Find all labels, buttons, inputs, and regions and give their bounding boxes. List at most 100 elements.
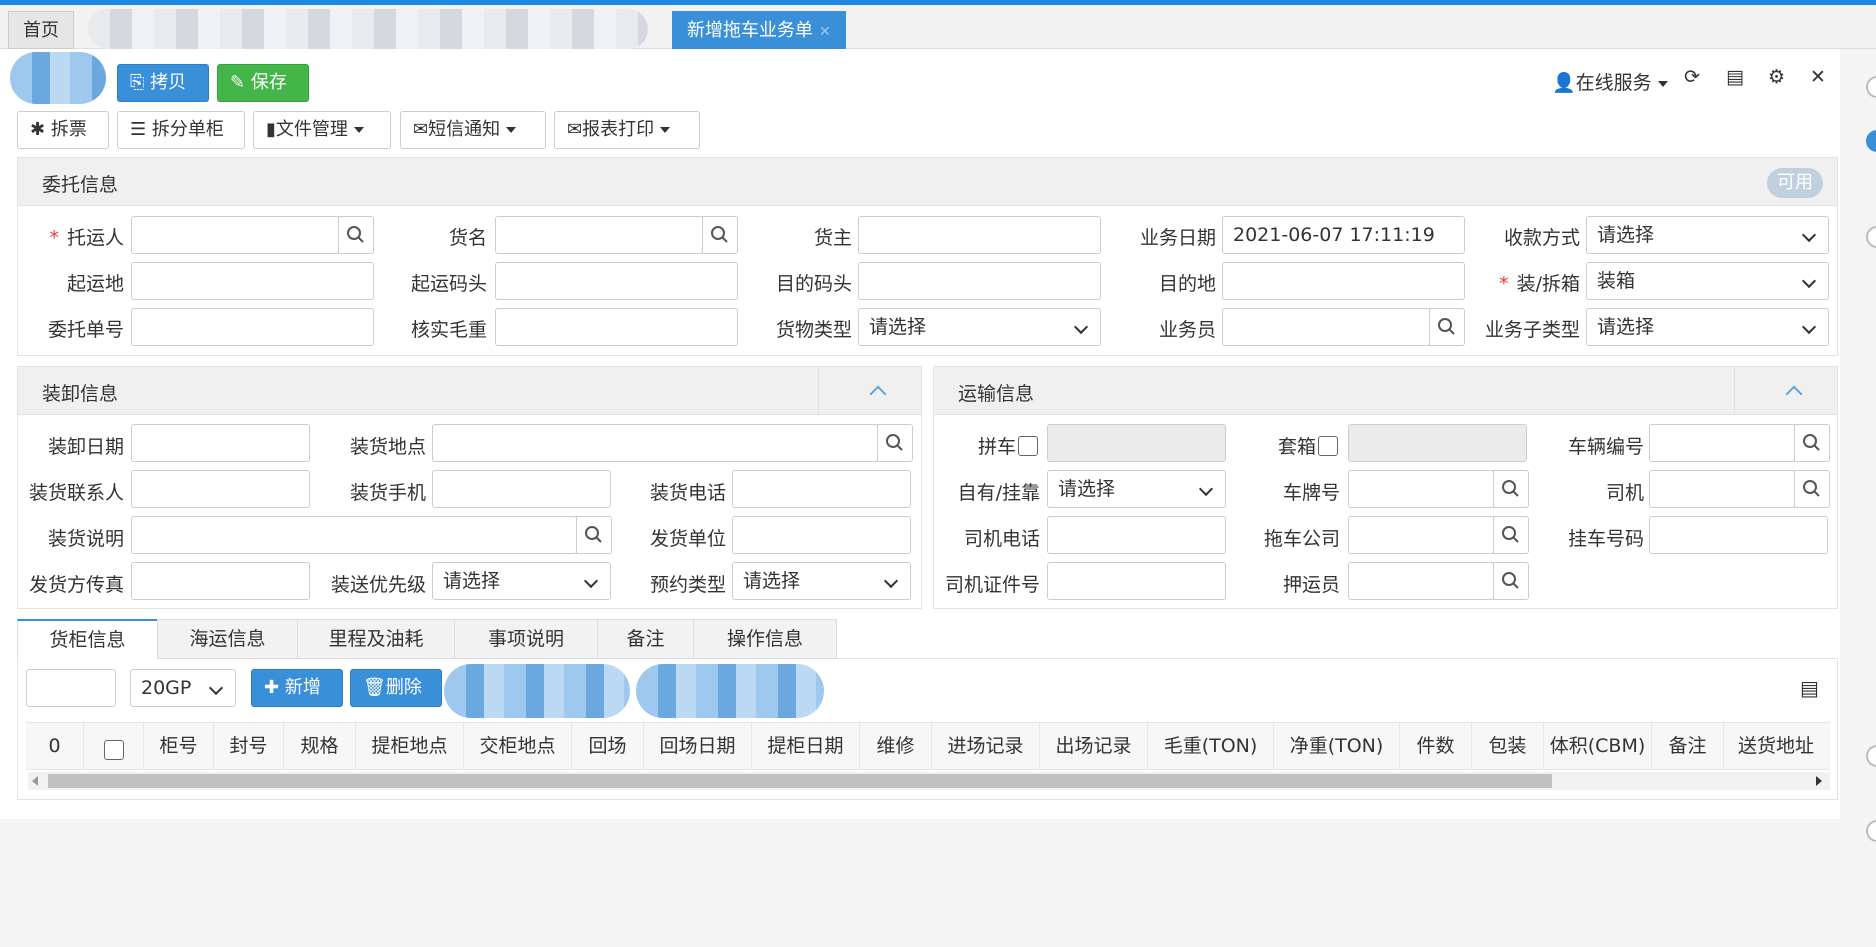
loading-phone-input[interactable]: [732, 470, 911, 508]
trailer-no-input[interactable]: [1649, 516, 1828, 554]
destination-input[interactable]: [1222, 262, 1465, 300]
col-header[interactable]: 回场日期: [644, 722, 752, 770]
copy-button[interactable]: ⎘ 拷贝: [117, 64, 209, 102]
col-header[interactable]: 提柜日期: [752, 722, 860, 770]
col-header[interactable]: 净重(TON): [1274, 722, 1400, 770]
load-unload-select[interactable]: 装箱: [1586, 262, 1829, 300]
close-icon[interactable]: ✕: [819, 24, 831, 40]
col-header[interactable]: 包装: [1472, 722, 1544, 770]
loading-note-input[interactable]: [131, 516, 577, 554]
salesman-input[interactable]: [1222, 308, 1430, 346]
col-header[interactable]: 回场: [572, 722, 644, 770]
payment-select[interactable]: 请选择: [1586, 216, 1829, 254]
cargo-type-select[interactable]: 请选择: [858, 308, 1101, 346]
driver-phone-input[interactable]: [1047, 516, 1226, 554]
container-qty-input[interactable]: [26, 669, 116, 707]
tab-operation-info[interactable]: 操作信息: [693, 619, 837, 659]
set-box-checkbox[interactable]: [1318, 436, 1338, 456]
tab-new-trailer-order[interactable]: 新增拖车业务单 ✕: [672, 11, 846, 49]
search-button[interactable]: [1493, 562, 1529, 600]
shipper-unit-input[interactable]: [732, 516, 911, 554]
search-button[interactable]: [576, 516, 612, 554]
sub-type-select[interactable]: 请选择: [1586, 308, 1829, 346]
search-button[interactable]: [1493, 516, 1529, 554]
tab-mileage-fuel[interactable]: 里程及油耗: [297, 619, 455, 659]
search-button[interactable]: [338, 216, 374, 254]
redacted-button[interactable]: [636, 664, 824, 718]
driver-input[interactable]: [1649, 470, 1795, 508]
loading-mobile-input[interactable]: [432, 470, 611, 508]
vehicle-no-input[interactable]: [1649, 424, 1795, 462]
add-button[interactable]: ✚ 新增: [251, 669, 343, 707]
shipper-fax-input[interactable]: [131, 562, 310, 600]
trailer-company-input[interactable]: [1348, 516, 1494, 554]
column-settings-icon[interactable]: ▤: [1800, 676, 1819, 700]
col-header[interactable]: 柜号: [144, 722, 214, 770]
col-header[interactable]: 规格: [284, 722, 356, 770]
delete-button[interactable]: 🗑删除: [350, 669, 442, 707]
load-unload-label: * 装/拆箱: [1499, 273, 1580, 295]
tab-remarks[interactable]: 备注: [597, 619, 694, 659]
col-header[interactable]: 出场记录: [1040, 722, 1148, 770]
tab-home[interactable]: 首页: [8, 11, 74, 49]
collapse-icon[interactable]: [1785, 385, 1803, 403]
col-header[interactable]: 件数: [1400, 722, 1472, 770]
redacted-button[interactable]: [444, 664, 630, 718]
col-header[interactable]: 进场记录: [932, 722, 1040, 770]
search-button[interactable]: [1794, 470, 1830, 508]
origin-input[interactable]: [131, 262, 374, 300]
goods-name-input[interactable]: [495, 216, 703, 254]
col-header[interactable]: 备注: [1652, 722, 1724, 770]
priority-select[interactable]: 请选择: [432, 562, 611, 600]
col-header[interactable]: 封号: [214, 722, 284, 770]
booking-type-select[interactable]: 请选择: [732, 562, 911, 600]
search-button[interactable]: [1794, 424, 1830, 462]
scroll-right-icon[interactable]: [1816, 776, 1822, 786]
col-header[interactable]: 体积(CBM): [1544, 722, 1652, 770]
loading-contact-input[interactable]: [131, 470, 310, 508]
file-management-dropdown[interactable]: ▮文件管理: [253, 111, 391, 149]
col-header[interactable]: 提柜地点: [356, 722, 464, 770]
search-button[interactable]: [1493, 470, 1529, 508]
save-button[interactable]: ✎ 保存: [217, 64, 309, 102]
scrollbar-thumb[interactable]: [48, 774, 1552, 788]
search-button[interactable]: [877, 424, 913, 462]
escort-input[interactable]: [1348, 562, 1494, 600]
own-select[interactable]: 请选择: [1047, 470, 1226, 508]
dest-port-input[interactable]: [858, 262, 1101, 300]
carpool-checkbox[interactable]: [1018, 436, 1038, 456]
gross-weight-input[interactable]: [495, 308, 738, 346]
tab-matters[interactable]: 事项说明: [454, 619, 598, 659]
search-button[interactable]: [1429, 308, 1465, 346]
order-no-input[interactable]: [131, 308, 374, 346]
col-header[interactable]: 交柜地点: [464, 722, 572, 770]
driver-id-input[interactable]: [1047, 562, 1226, 600]
print-dropdown[interactable]: ✉报表打印: [554, 111, 700, 149]
tab-container-info[interactable]: 货柜信息: [17, 619, 158, 659]
redacted-button[interactable]: [10, 52, 106, 104]
origin-port-input[interactable]: [495, 262, 738, 300]
close-icon[interactable]: ✕: [1810, 66, 1826, 88]
scroll-left-icon[interactable]: [32, 776, 38, 786]
select-all-checkbox[interactable]: [104, 740, 124, 760]
col-header[interactable]: 毛重(TON): [1148, 722, 1274, 770]
refresh-icon[interactable]: ⟳: [1684, 66, 1700, 88]
business-date-input[interactable]: 2021-06-07 17:11:19: [1222, 216, 1465, 254]
col-header[interactable]: 送货地址: [1724, 722, 1830, 770]
gear-icon[interactable]: ⚙: [1768, 66, 1785, 88]
shipper-input[interactable]: [131, 216, 339, 254]
split-ticket-button[interactable]: ✱ 拆票: [17, 111, 109, 149]
online-service-menu[interactable]: 👤在线服务: [1552, 68, 1668, 95]
collapse-icon[interactable]: [869, 385, 887, 403]
loading-place-input[interactable]: [432, 424, 878, 462]
loading-date-input[interactable]: [131, 424, 310, 462]
search-button[interactable]: [702, 216, 738, 254]
split-container-button[interactable]: ☰ 拆分单柜: [117, 111, 245, 149]
col-header[interactable]: 维修: [860, 722, 932, 770]
owner-input[interactable]: [858, 216, 1101, 254]
list-icon[interactable]: ▤: [1726, 66, 1744, 88]
sms-dropdown[interactable]: ✉短信通知: [400, 111, 546, 149]
plate-input[interactable]: [1348, 470, 1494, 508]
container-size-select[interactable]: 20GP: [130, 669, 236, 707]
tab-shipping-info[interactable]: 海运信息: [157, 619, 298, 659]
